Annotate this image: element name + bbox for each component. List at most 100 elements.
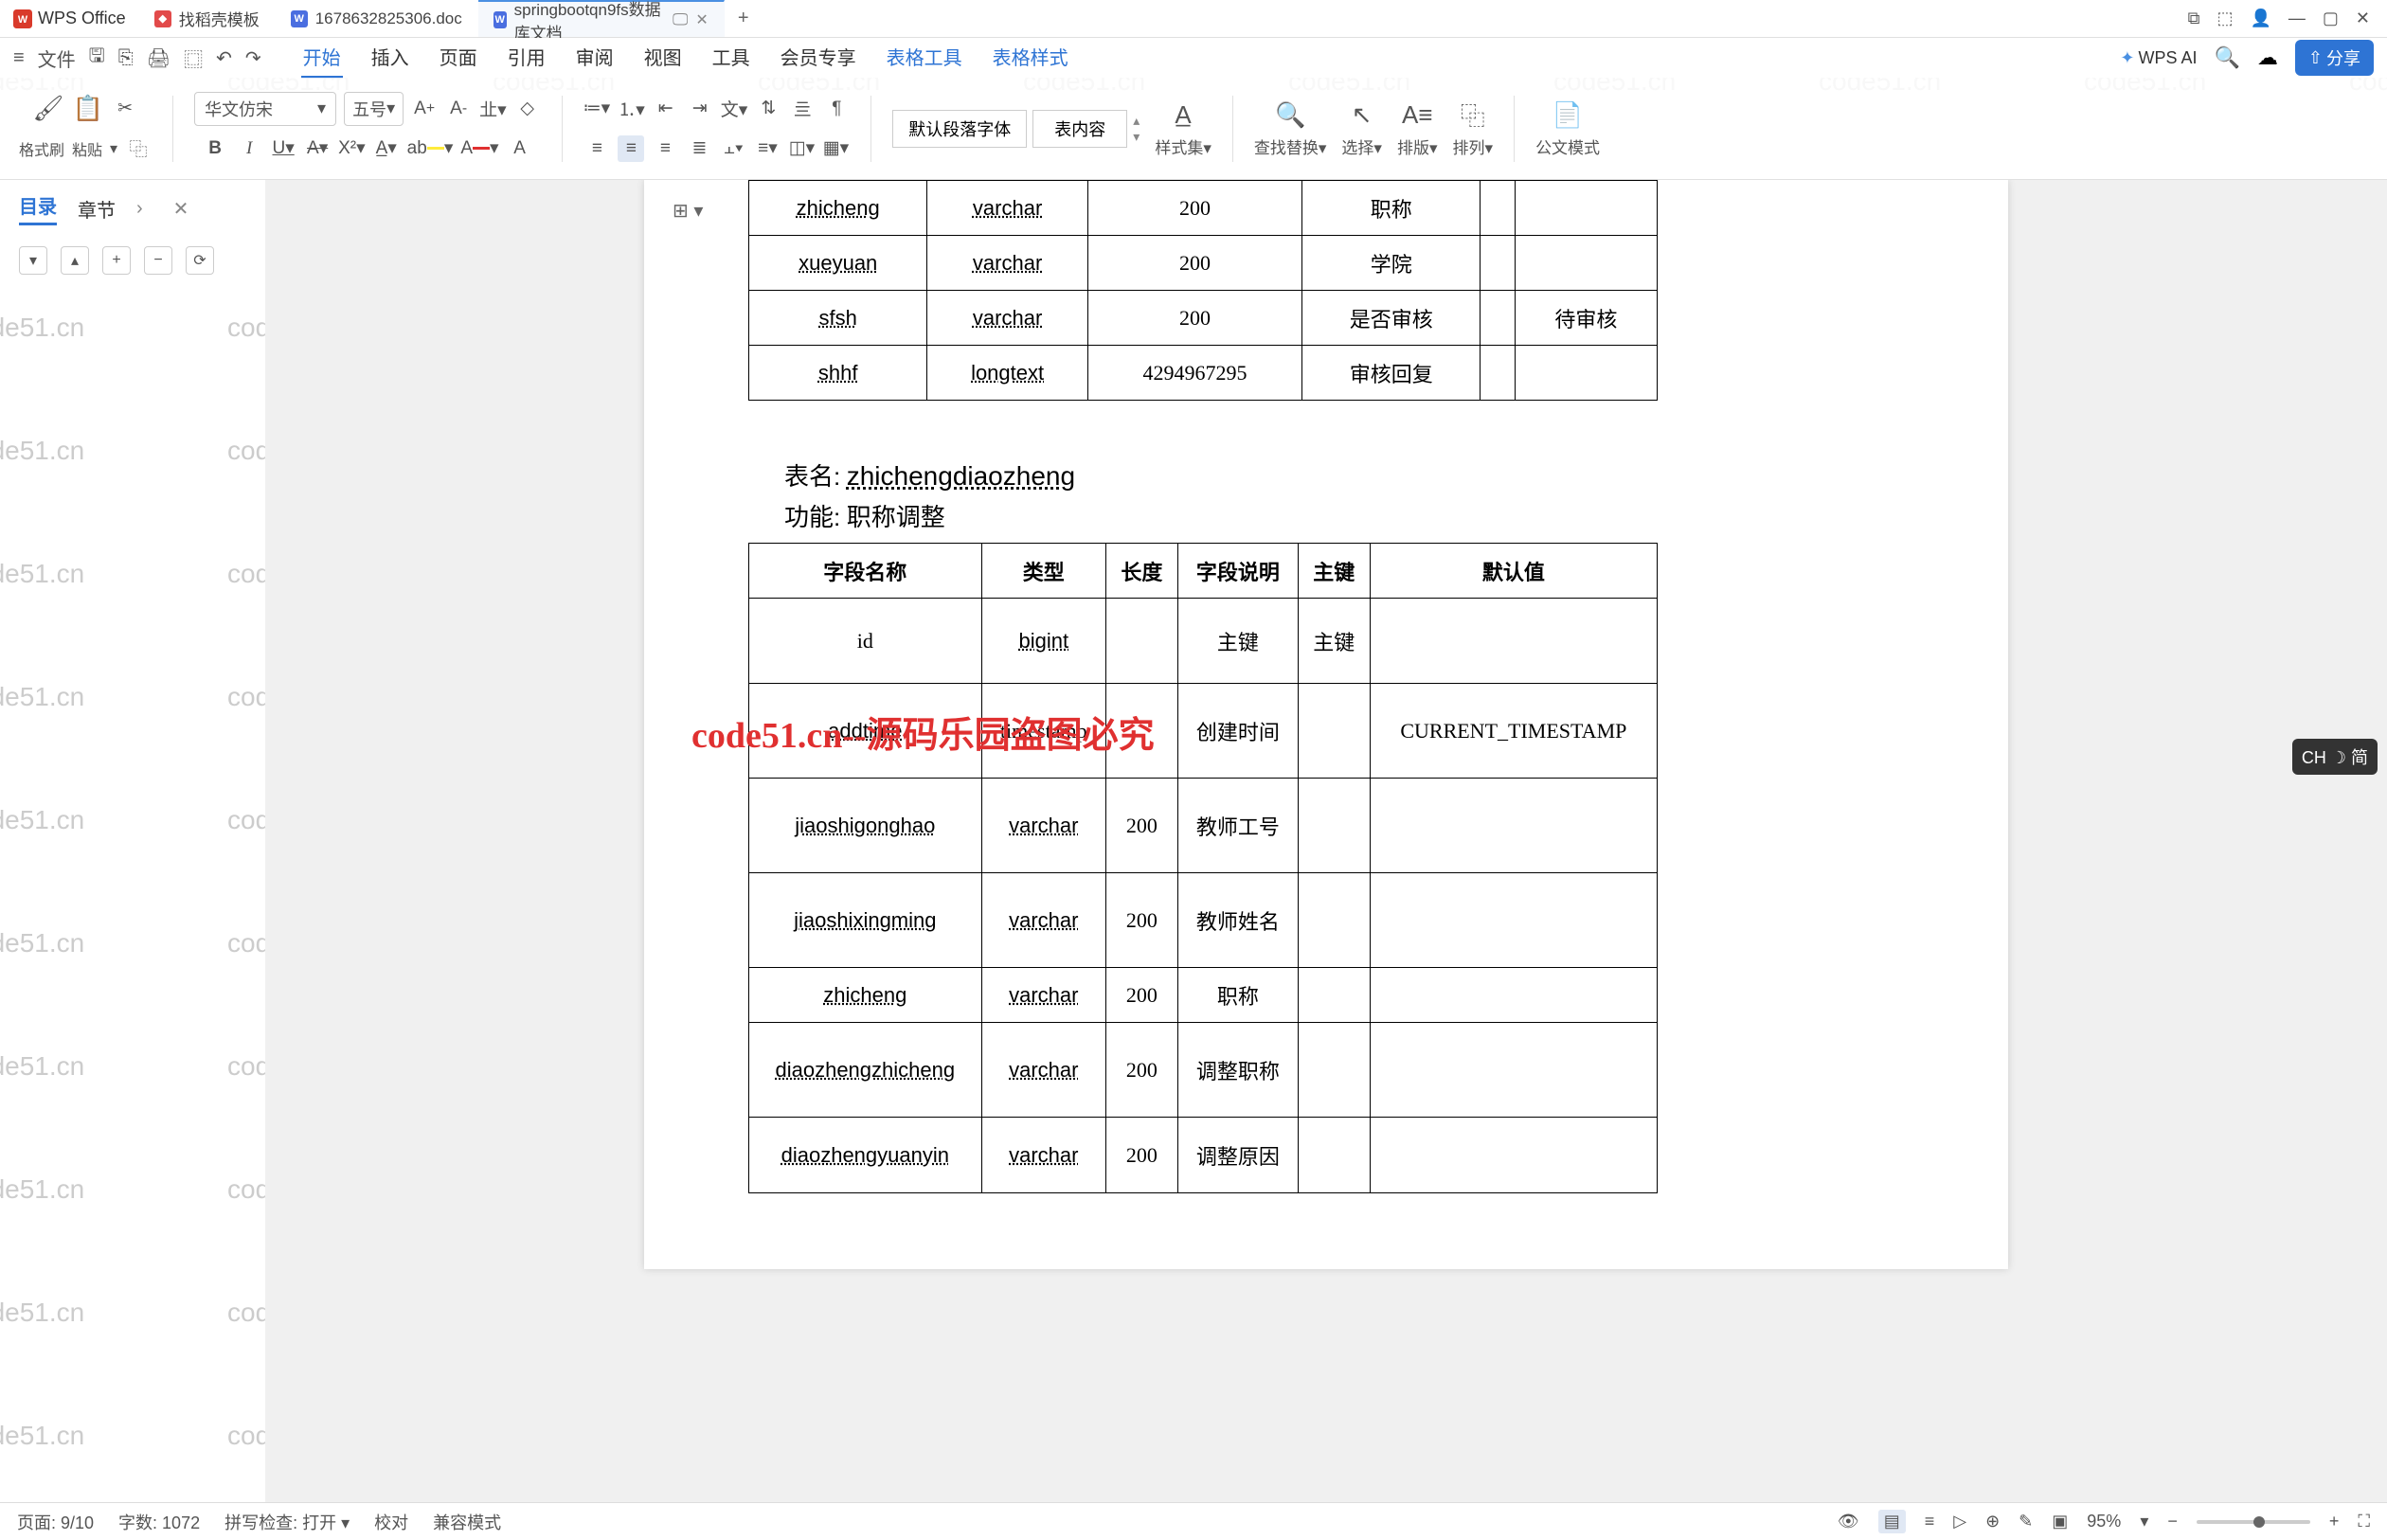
align-right-icon[interactable]: ≡ [652,135,678,162]
change-case-button[interactable]: A̲▾ [373,135,400,162]
line-spacing-icon[interactable]: ⫠▾ [720,135,746,162]
avatar-icon[interactable]: 👤 [2250,9,2270,28]
align-left-icon[interactable]: ≡ [583,135,610,162]
menu-tool[interactable]: 工具 [710,37,752,79]
tab-template[interactable]: ◆ 找稻壳模板 [139,0,276,37]
arrange-button[interactable]: ⿻ 排列▾ [1453,98,1494,158]
print-icon[interactable]: 🖨 [147,46,170,70]
font-select[interactable]: 华文仿宋▾ [194,92,336,126]
expand-down-icon[interactable]: ▾ [19,246,47,275]
proofread-button[interactable]: 校对 [374,1510,408,1534]
paste-icon[interactable]: 📋 [72,93,104,125]
share-button[interactable]: ⇧ 分享 [2295,40,2374,76]
zoom-slider[interactable] [2197,1520,2310,1524]
phonetic-icon[interactable]: 㐀▾ [479,96,507,122]
align-justify-icon[interactable]: ≣ [686,135,712,162]
menu-review[interactable]: 审阅 [574,37,616,79]
page-indicator[interactable]: 页面: 9/10 [17,1510,94,1534]
edit-icon[interactable]: ✎ [2019,1512,2033,1531]
official-button[interactable]: 📄 公文模式 [1535,98,1600,158]
panel-icon[interactable]: ⧉ [2188,9,2200,28]
styles-button[interactable]: A̲ 样式集▾ [1155,98,1211,158]
strike-button[interactable]: A▾ [304,135,331,162]
clear-format-icon[interactable]: ◇ [514,96,541,122]
ime-indicator[interactable]: CH ☽ 简 [2292,739,2378,775]
refresh-icon[interactable]: ⟳ [186,246,214,275]
tab-doc2[interactable]: W springbootqn9fs数据库文档 🖵 ✕ [478,0,725,37]
preview-icon[interactable]: ⿴ [184,45,203,72]
word-count[interactable]: 字数: 1072 [118,1510,200,1534]
underline-button[interactable]: U▾ [270,135,296,162]
chevron-right-icon[interactable]: › [136,198,143,220]
undo-icon[interactable]: ↶ [216,46,232,70]
collapse-up-icon[interactable]: ▴ [61,246,89,275]
layout-button[interactable]: A≡ 排版▾ [1397,98,1438,158]
minimize-icon[interactable]: — [2288,9,2306,28]
shading-icon[interactable]: ◫▾ [788,135,815,162]
eye-icon[interactable]: 👁 [1838,1512,1859,1531]
bold-button[interactable]: B [202,135,228,162]
select-button[interactable]: ↖ 选择▾ [1341,98,1382,158]
add-icon[interactable]: + [102,246,131,275]
close-icon[interactable]: ✕ [695,10,708,29]
find-button[interactable]: 🔍 查找替换▾ [1254,98,1327,158]
zoom-value[interactable]: 95% [2087,1512,2121,1531]
file-menu[interactable]: 文件 [38,45,76,72]
menu-insert[interactable]: 插入 [369,37,411,79]
align-distrib-icon[interactable]: 亖 [789,96,816,122]
menu-table-style[interactable]: 表格样式 [991,37,1070,79]
para-spacing-icon[interactable]: ≡▾ [754,135,781,162]
hamburger-icon[interactable]: ≡ [13,47,25,69]
table-handle-icon[interactable]: ⊞ ▾ [673,201,703,222]
outline-tab[interactable]: 目录 [19,191,57,225]
maximize-icon[interactable]: ▢ [2323,9,2339,28]
table-content-select[interactable]: 表内容 [1032,110,1127,148]
wps-ai-button[interactable]: ✦WPS AI [2120,48,2197,68]
menu-reference[interactable]: 引用 [506,37,547,79]
menu-view[interactable]: 视图 [642,37,684,79]
search-icon[interactable]: 🔍 [2215,45,2240,70]
size-select[interactable]: 五号▾ [344,92,404,126]
text-direction-icon[interactable]: 文▾ [721,96,748,122]
number-list-icon[interactable]: ⒈▾ [618,96,645,122]
tab-doc1[interactable]: W 1678632825306.doc [276,0,478,37]
close-window-icon[interactable]: ✕ [2356,9,2370,28]
spellcheck-status[interactable]: 拼写检查: 打开 ▾ [224,1510,350,1534]
add-tab-button[interactable]: + [725,0,763,37]
char-shading-button[interactable]: A [507,135,533,162]
cloud-icon[interactable]: ☁ [2257,45,2278,70]
border-icon[interactable]: ▦▾ [822,135,849,162]
cube-icon[interactable]: ⬚ [2216,9,2233,28]
doc-table-1[interactable]: zhichengvarchar200职称 xueyuanvarchar200学院… [748,180,1658,401]
format-brush-label[interactable]: 格式刷 [19,137,64,160]
page-control[interactable]: ⊞ ▾ [673,199,703,223]
fullscreen-icon[interactable]: ⛶ [2358,1512,2370,1531]
bullet-list-icon[interactable]: ≔▾ [583,96,611,122]
format-brush-icon[interactable]: 🖌 [32,93,64,125]
font-color-button[interactable]: A▾ [460,135,498,162]
web-icon[interactable]: ⊕ [1985,1512,2000,1531]
read-view-icon[interactable]: ▷ [1953,1512,1966,1531]
export-icon[interactable]: ⎘ [118,47,134,69]
doc-table-2[interactable]: 字段名称类型长度 字段说明主键默认值 idbigint主键主键 addtimet… [748,543,1658,1193]
menu-start[interactable]: 开始 [301,37,343,79]
outdent-icon[interactable]: ⇤ [653,96,679,122]
zoom-out-icon[interactable]: − [2167,1512,2178,1531]
outline-view-icon[interactable]: ≡ [1925,1512,1935,1531]
zoom-in-icon[interactable]: + [2329,1512,2340,1531]
show-marks-icon[interactable]: ¶ [823,96,850,122]
italic-button[interactable]: I [236,135,262,162]
page-view-icon[interactable]: ▤ [1878,1510,1906,1533]
remove-icon[interactable]: − [144,246,172,275]
focus-icon[interactable]: ▣ [2052,1512,2068,1531]
save-icon[interactable]: 🖫 [89,42,105,74]
para-font-select[interactable]: 默认段落字体 [892,110,1027,148]
sort-icon[interactable]: ⇅ [755,96,781,122]
grow-font-icon[interactable]: A+ [411,96,438,122]
menu-page[interactable]: 页面 [438,37,479,79]
copy-icon[interactable]: ⿻ [125,135,152,162]
document-area[interactable]: ⊞ ▾ zhichengvarchar200职称 xueyuanvarchar2… [265,180,2387,1502]
paste-label[interactable]: 粘贴 [72,137,102,160]
menu-member[interactable]: 会员专享 [779,37,858,79]
superscript-button[interactable]: X²▾ [338,135,366,162]
